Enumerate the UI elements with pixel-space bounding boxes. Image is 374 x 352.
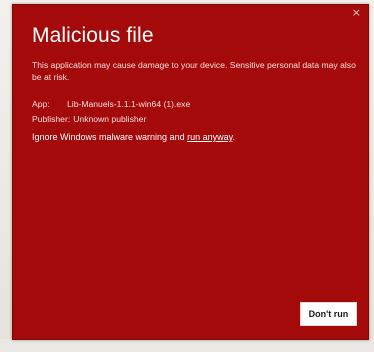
publisher-row: Publisher: Unknown publisher — [32, 112, 190, 127]
ignore-warning-text: Ignore Windows malware warning and — [32, 132, 188, 142]
malware-warning-dialog: × Malicious file This application may ca… — [12, 4, 369, 340]
close-icon[interactable]: × — [352, 7, 361, 19]
app-value: Lib-Manuels-1.1.1-win64 (1).exe — [67, 99, 191, 109]
dont-run-button[interactable]: Don't run — [300, 302, 357, 326]
publisher-label: Publisher: — [32, 114, 71, 124]
dialog-title: Malicious file — [32, 24, 154, 47]
run-anyway-link[interactable]: run anyway — [187, 132, 232, 142]
ignore-warning-suffix: . — [232, 132, 235, 142]
file-details: App: Lib-Manuels-1.1.1-win64 (1).exe Pub… — [32, 97, 190, 127]
publisher-value: Unknown publisher — [73, 114, 147, 124]
warning-message: This application may cause damage to you… — [32, 60, 356, 82]
ignore-warning-line: Ignore Windows malware warning and run a… — [32, 132, 235, 142]
app-row: App: Lib-Manuels-1.1.1-win64 (1).exe — [32, 97, 190, 112]
taskbar-strip — [0, 339, 374, 352]
app-label: App: — [32, 99, 50, 109]
